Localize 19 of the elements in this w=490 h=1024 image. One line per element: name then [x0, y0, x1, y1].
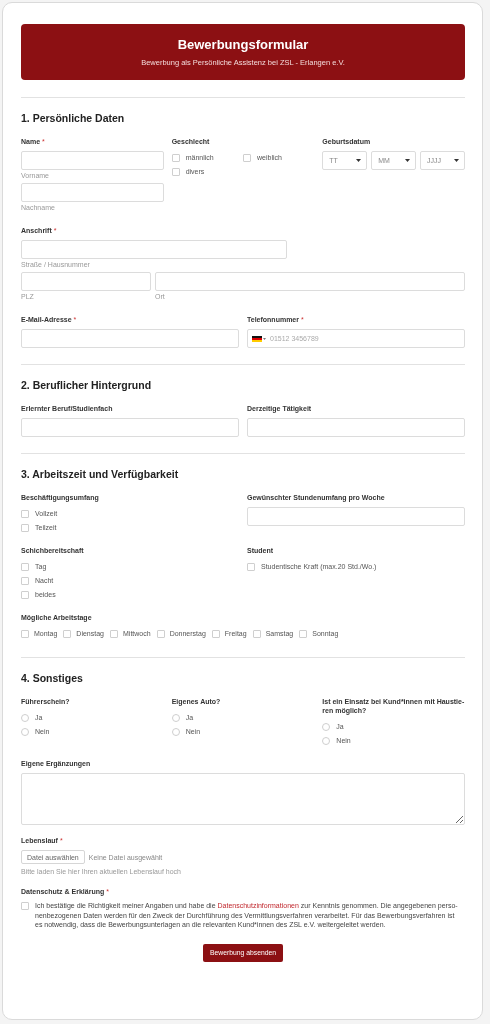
caret-icon [356, 159, 362, 162]
section-title: 3. Arbeitszeit und Verfügbarkeit [21, 468, 180, 481]
text-field[interactable] [21, 329, 239, 348]
text-field[interactable] [21, 240, 288, 259]
text-field[interactable] [21, 272, 151, 291]
checkbox[interactable] [171, 168, 180, 176]
caret-icon [263, 337, 266, 340]
text-field[interactable] [21, 183, 164, 202]
section-title: 2. Beruflicher Hintergrund [21, 379, 153, 392]
checkbox[interactable] [171, 154, 180, 162]
caret-icon [454, 159, 459, 162]
form-title: Bewerbungsformular [177, 37, 309, 53]
checkbox[interactable] [243, 154, 251, 162]
section-title: 1. Persönliche Daten [21, 112, 126, 125]
text-field[interactable] [155, 272, 465, 291]
section-title: 4. Sonstiges [21, 672, 84, 685]
text-field[interactable] [21, 151, 164, 170]
caret-icon [405, 159, 411, 162]
flag-icon [252, 335, 262, 342]
